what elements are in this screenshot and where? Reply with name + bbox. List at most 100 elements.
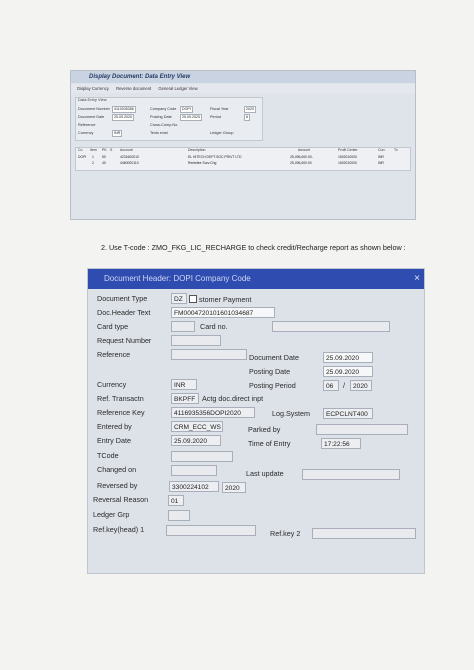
field-label: Ledger Group	[210, 131, 234, 135]
time-of-entry-label: Time of Entry	[248, 439, 291, 448]
table-header: Description	[188, 148, 206, 152]
cell: INR	[378, 161, 384, 165]
time-of-entry-field: 17:22:56	[321, 438, 361, 449]
document-header-dialog: Document Header: DOPI Company Code × Doc…	[87, 268, 425, 574]
table-row[interactable]: 2 40 4460000110 Rentsfee Surv.Chg 25,496…	[76, 161, 410, 166]
display-document-screenshot: Display Document: Data Entry View Displa…	[70, 70, 416, 220]
window-title-bar: Display Document: Data Entry View	[71, 71, 415, 83]
period-value: 6	[244, 114, 250, 121]
cell: 1502010000	[338, 161, 357, 165]
table-header: PK	[102, 148, 107, 152]
field-label: Texts exist	[150, 131, 168, 135]
request-number-label: Request Number	[97, 336, 152, 345]
card-type-label: Card type	[97, 322, 129, 331]
dialog-title: Document Header: DOPI Company Code	[104, 274, 251, 283]
line-items-table: Co Item PK S Account Description Amount …	[75, 147, 411, 171]
field-label: Fiscal Year	[210, 107, 229, 111]
cell: 2	[92, 161, 94, 165]
entered-by-field: CRM_ECC_WS	[171, 421, 223, 432]
field-label: Period	[210, 115, 221, 119]
doc-header-text-label: Doc.Header Text	[97, 308, 151, 317]
reversed-by-label: Reversed by	[97, 481, 138, 490]
posting-date-label: Posting Date	[249, 367, 291, 376]
field-label: Posting Date	[150, 115, 172, 119]
document-date-field[interactable]: 25.09.2020	[323, 352, 373, 363]
reversal-reason-field: 01	[168, 495, 184, 506]
posting-period-label: Posting Period	[249, 381, 296, 390]
log-system-label: Log.System	[272, 409, 310, 418]
ref-key-head-1-field	[166, 525, 256, 536]
ledger-grp-label: Ledger Grp	[93, 510, 130, 519]
card-type-field[interactable]	[171, 321, 195, 332]
toolbar-display-currency-button[interactable]: Display Currency	[77, 86, 109, 91]
field-label: Reference	[78, 123, 96, 127]
entry-date-field: 25.09.2020	[171, 435, 221, 446]
changed-on-label: Changed on	[97, 465, 137, 474]
reference-label: Reference	[97, 350, 131, 359]
log-system-field: ECPCLNT400	[323, 408, 373, 419]
currency-value: INR	[112, 130, 123, 137]
document-date-value: 25.09.2020	[112, 114, 134, 121]
parked-by-field	[316, 424, 408, 435]
document-type-label: Document Type	[97, 294, 148, 303]
table-header: Amount	[298, 148, 311, 152]
cell: EL HITECH DEPT.SOC.PRIVT LTD	[188, 155, 242, 159]
posting-year-field: 2020	[350, 380, 372, 391]
table-header: Item	[90, 148, 97, 152]
entered-by-label: Entered by	[97, 422, 132, 431]
reversed-year-field: 2020	[222, 482, 246, 493]
parked-by-label: Parked by	[248, 425, 281, 434]
ref-key-head-1-label: Ref.key(head) 1	[93, 525, 145, 534]
fiscal-year-value: 2020	[244, 106, 256, 113]
entry-date-label: Entry Date	[97, 436, 131, 445]
reversed-by-field: 3300224102	[169, 481, 219, 492]
cell: 25,496,600.00-	[290, 155, 313, 159]
ref-transactn-field: BKPFF	[171, 393, 199, 404]
document-type-text: stomer Payment	[199, 295, 252, 304]
table-header: S	[110, 148, 113, 152]
ref-transactn-label: Ref. Transactn	[97, 394, 144, 403]
cell: 50	[102, 155, 106, 159]
table-header: Profit Center	[338, 148, 358, 152]
data-entry-view-group: Data Entry View Document Number 41100353…	[75, 97, 263, 141]
tcode-label: TCode	[97, 451, 119, 460]
currency-field: INR	[171, 379, 197, 390]
last-update-field	[302, 469, 400, 480]
company-code-value: DOPI	[180, 106, 193, 113]
document-icon	[189, 295, 197, 303]
group-header: Data Entry View	[78, 97, 107, 102]
doc-header-text-field[interactable]: FM0004720101601034687	[171, 307, 275, 318]
card-no-label: Card no.	[200, 322, 228, 331]
reversal-reason-label: Reversal Reason	[93, 495, 149, 504]
dialog-title-bar: Document Header: DOPI Company Code ×	[88, 269, 424, 289]
ref-key-2-field	[312, 528, 416, 539]
toolbar: Display Currency Reverse document Genera…	[71, 84, 415, 93]
table-header: Account	[120, 148, 133, 152]
ref-key-2-label: Ref.key 2	[270, 529, 301, 538]
cell: Rentsfee Surv.Chg	[188, 161, 217, 165]
toolbar-general-ledger-view-button[interactable]: General Ledger View	[158, 86, 197, 91]
cell: DOPI	[78, 155, 87, 159]
toolbar-reverse-document-button[interactable]: Reverse document	[116, 86, 151, 91]
table-row[interactable]: DOPI 1 50 4231600010 EL HITECH DEPT.SOC.…	[76, 155, 410, 160]
ref-transactn-text: Actg doc.direct inpt	[202, 394, 264, 403]
currency-label: Currency	[97, 380, 127, 389]
posting-date-value: 25.09.2020	[180, 114, 202, 121]
reference-field[interactable]	[171, 349, 247, 360]
request-number-field[interactable]	[171, 335, 221, 346]
card-no-field[interactable]	[272, 321, 390, 332]
field-label: Currency	[78, 131, 94, 135]
cell: 25,496,600.00	[290, 161, 312, 165]
posting-date-field[interactable]: 25.09.2020	[323, 366, 373, 377]
ledger-grp-field	[168, 510, 190, 521]
reference-key-field: 4116935356DOPI2020	[171, 407, 255, 418]
posting-period-field: 06	[323, 380, 339, 391]
changed-on-field	[171, 465, 217, 476]
table-header: Co	[78, 148, 83, 152]
period-separator: /	[343, 381, 345, 390]
table-header: Curr.	[378, 148, 386, 152]
cell: 4231600010	[120, 155, 139, 159]
close-icon[interactable]: ×	[414, 269, 420, 289]
field-label: Company Code	[150, 107, 177, 111]
tcode-field	[171, 451, 233, 462]
